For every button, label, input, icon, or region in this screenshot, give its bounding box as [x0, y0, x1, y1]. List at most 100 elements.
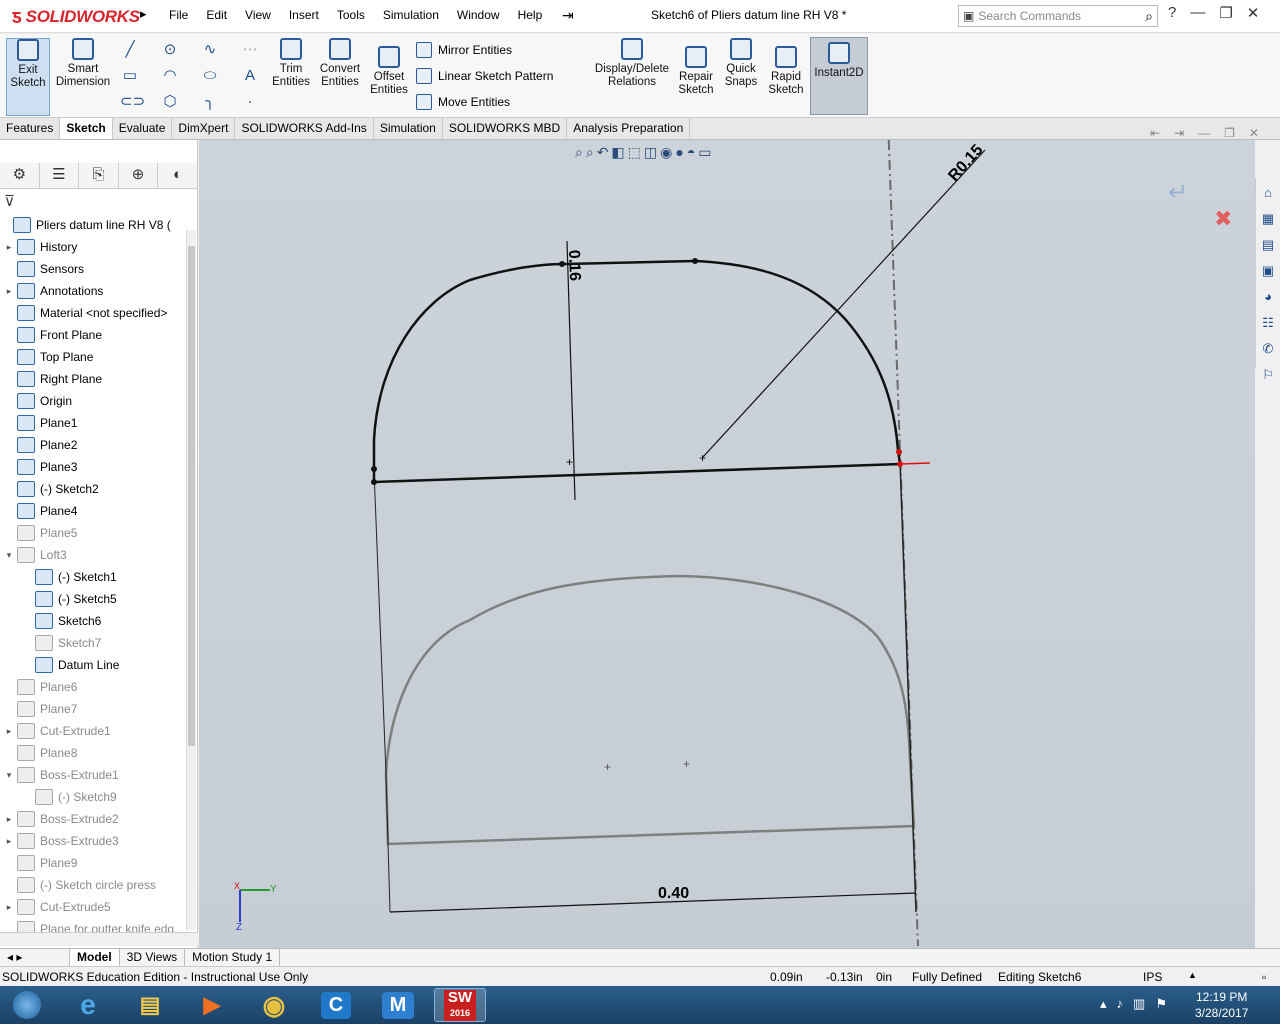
tab-analysis-preparation[interactable]: Analysis Preparation — [567, 118, 691, 139]
action-center-icon[interactable]: ⚑ — [1155, 996, 1167, 1012]
close-icon[interactable]: ✕ — [1247, 4, 1260, 22]
tab-motion-study[interactable]: Motion Study 1 — [185, 949, 281, 966]
apply-scene-icon[interactable]: ◓ — [687, 144, 695, 161]
tree-item-plane[interactable]: Plane9 — [0, 852, 190, 874]
tree-item-boss-extrude[interactable]: ▾ Boss-Extrude1 — [0, 764, 190, 786]
configuration-manager-icon[interactable]: ⎘ — [79, 163, 119, 189]
tree-item-boss-extrude[interactable]: ▸ Boss-Extrude3 — [0, 830, 190, 852]
tab-mbd[interactable]: SOLIDWORKS MBD — [443, 118, 568, 139]
fillet-icon[interactable]: ╮ — [200, 92, 220, 112]
tree-item-history[interactable]: ▸ History — [0, 236, 190, 258]
display-delete-relations-button[interactable]: Display/Delete Relations — [594, 38, 670, 89]
tree-item-plane[interactable]: Plane1 — [0, 412, 190, 434]
internet-explorer-icon[interactable]: e — [62, 988, 114, 1022]
expand-toggle-icon[interactable]: ▸ — [4, 242, 14, 253]
sketch-canvas[interactable]: R0.15 0.16 0.40 + + + + Y Z X ✖ ↵ — [199, 140, 1255, 948]
polygon-icon[interactable]: ⬡ — [160, 92, 180, 112]
tree-item-plane[interactable]: Plane5 — [0, 522, 190, 544]
tree-horizontal-scrollbar[interactable] — [0, 932, 198, 946]
scroll-thumb[interactable] — [188, 246, 195, 746]
viewport-next-icon[interactable]: ⇥ — [1174, 126, 1184, 140]
view-orientation-icon[interactable]: ⬚ — [628, 144, 641, 161]
tree-item-plane[interactable]: Plane7 — [0, 698, 190, 720]
expand-toggle-icon[interactable]: ▾ — [4, 550, 14, 561]
pin-icon[interactable]: ⇥ — [562, 7, 574, 24]
repair-sketch-button[interactable]: Repair Sketch — [676, 46, 716, 97]
expand-toggle-icon[interactable]: ▸ — [4, 814, 14, 825]
tree-item-material[interactable]: Material <not specified> — [0, 302, 190, 324]
mirror-entities-button[interactable]: Mirror Entities — [416, 42, 512, 58]
sketch-point[interactable] — [559, 261, 565, 267]
menu-view[interactable]: View — [236, 8, 280, 22]
centerline-icon[interactable]: ⋯ — [240, 40, 260, 60]
tree-item-sketch[interactable]: Sketch7 — [0, 632, 190, 654]
custom-properties-icon[interactable]: ☷ — [1257, 312, 1279, 334]
hide-show-items-icon[interactable]: ◉ — [660, 144, 672, 161]
expand-toggle-icon[interactable]: ▸ — [4, 726, 14, 737]
viewport-prev-icon[interactable]: ⇤ — [1150, 126, 1160, 140]
show-hidden-icons-icon[interactable]: ▴ — [1100, 996, 1107, 1012]
rectangle-icon[interactable]: ▭ — [120, 66, 140, 86]
zoom-to-area-icon[interactable]: ⌕ — [586, 144, 594, 161]
move-entities-button[interactable]: Move Entities — [416, 94, 510, 110]
tree-item-sketch[interactable]: (-) Sketch1 — [0, 566, 190, 588]
view-palette-icon[interactable]: ▣ — [1257, 260, 1279, 282]
unit-system[interactable]: IPS — [1143, 970, 1162, 984]
tree-item-sketch[interactable]: Sketch6 — [0, 610, 190, 632]
tree-item-datum-line[interactable]: Datum Line — [0, 654, 190, 676]
tree-item-plane[interactable]: Plane3 — [0, 456, 190, 478]
start-button[interactable] — [2, 988, 52, 1022]
status-bar-toggle-icon[interactable]: ▫ — [1262, 970, 1266, 984]
solidworks-forum-icon[interactable]: ✆ — [1257, 338, 1279, 360]
tree-item-sketch[interactable]: (-) Sketch5 — [0, 588, 190, 610]
radius-dimension[interactable]: R0.15 — [945, 141, 986, 184]
menu-tools[interactable]: Tools — [328, 8, 374, 22]
feature-tree-icon[interactable]: ⚙ — [0, 163, 40, 189]
tree-item-boss-extrude[interactable]: ▸ Boss-Extrude2 — [0, 808, 190, 830]
exit-sketch-corner-icon[interactable]: ↵ — [1168, 179, 1188, 206]
menu-insert[interactable]: Insert — [280, 8, 328, 22]
media-player-icon[interactable]: ▶ — [186, 988, 238, 1022]
menu-edit[interactable]: Edit — [197, 8, 236, 22]
smart-dimension-button[interactable]: Smart Dimension — [54, 38, 112, 89]
sketch-point[interactable] — [371, 466, 377, 472]
cancel-sketch-icon[interactable]: ✖ — [1214, 206, 1232, 231]
previous-view-icon[interactable]: ↶ — [597, 144, 609, 161]
text-icon[interactable]: A — [240, 66, 260, 86]
slot-icon[interactable]: ⊂⊃ — [120, 92, 145, 112]
viewport-close-icon[interactable]: ✕ — [1249, 126, 1259, 140]
edit-appearance-icon[interactable]: ● — [675, 144, 683, 161]
offset-entities-button[interactable]: Offset Entities — [368, 46, 410, 97]
tree-item-annotations[interactable]: ▸ Annotations — [0, 280, 190, 302]
restore-icon[interactable]: ❐ — [1219, 4, 1232, 22]
trim-entities-button[interactable]: Trim Entities — [270, 38, 312, 89]
tab-3d-views[interactable]: 3D Views — [120, 949, 186, 966]
spline-icon[interactable]: ∿ — [200, 40, 220, 60]
tree-item-plane[interactable]: Plane2 — [0, 434, 190, 456]
tree-item-sensors[interactable]: Sensors — [0, 258, 190, 280]
tree-item-plane[interactable]: Plane6 — [0, 676, 190, 698]
tree-item-plane[interactable]: Plane8 — [0, 742, 190, 764]
tree-item-origin[interactable]: Origin — [0, 390, 190, 412]
filter-icon[interactable]: ⊽ — [4, 192, 15, 210]
tree-item-right-plane[interactable]: Right Plane — [0, 368, 190, 390]
minimize-icon[interactable]: — — [1190, 4, 1205, 22]
tree-item-cut-extrude[interactable]: ▸ Cut-Extrude5 — [0, 896, 190, 918]
design-library-icon[interactable]: ▦ — [1257, 208, 1279, 230]
convert-entities-button[interactable]: Convert Entities — [316, 38, 364, 89]
ellipse-icon[interactable]: ⬭ — [200, 66, 220, 86]
tab-evaluate[interactable]: Evaluate — [113, 118, 173, 139]
solidworks-logo[interactable]: ƽ SOLIDWORKS — [12, 4, 140, 30]
exit-sketch-button[interactable]: Exit Sketch — [6, 38, 50, 116]
zoom-to-fit-icon[interactable]: ⌕ — [575, 144, 583, 161]
point-icon[interactable]: · — [240, 92, 260, 112]
tab-addins[interactable]: SOLIDWORKS Add-Ins — [235, 118, 374, 139]
menu-help[interactable]: Help — [509, 8, 552, 22]
tree-item-top-plane[interactable]: Top Plane — [0, 346, 190, 368]
instant2d-button[interactable]: Instant2D — [810, 37, 868, 115]
resources-icon[interactable]: ⚐ — [1257, 364, 1279, 386]
tab-sketch[interactable]: Sketch — [60, 118, 113, 139]
tab-simulation[interactable]: Simulation — [374, 118, 443, 139]
sketch-point-selected[interactable] — [896, 449, 902, 455]
appearances-icon[interactable]: ◕ — [1257, 286, 1279, 308]
